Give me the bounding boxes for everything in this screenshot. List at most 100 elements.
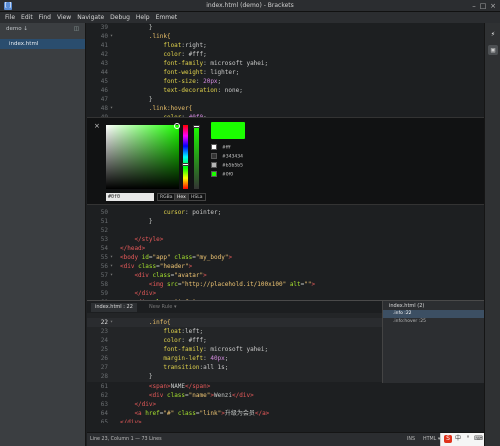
code-line[interactable]: 64 <a href="#" class="link">升级为会员</a> [87,409,484,418]
extension-manager-icon[interactable]: ▣ [488,45,498,55]
fold-toggle-icon[interactable]: ▾ [110,32,116,41]
color-swatch[interactable]: #b5b5b5 [211,162,243,170]
code-line[interactable]: 56 ▾ <div class="header"> [87,262,484,271]
code-text: </div> [120,401,157,408]
code-text: <div class="avatar"> [120,272,207,279]
menu-edit[interactable]: Edit [21,14,33,21]
related-rules-panel: index.html (2) .info :22 .info:hover :25 [382,301,484,383]
color-swatch[interactable]: #343434 [211,153,243,161]
code-text: <body id="app" class="my_body"> [120,254,233,261]
rule-item[interactable]: .info:hover :25 [383,318,484,326]
color-selector-knob[interactable] [174,123,180,129]
code-line[interactable]: 24 color: #fff; [87,336,382,345]
format-hsla-button[interactable]: HSLa [188,193,206,201]
code-line[interactable]: 59 </div> [87,289,484,298]
code-text: </head> [120,245,146,252]
code-line[interactable]: 27 transition:all 1s; [87,363,382,372]
code-line[interactable]: 55 ▾ <body id="app" class="my_body"> [87,253,484,262]
format-hex-button[interactable]: Hex [174,193,189,201]
rule-item[interactable]: .info :22 [383,310,484,318]
line-number: 42 [100,51,108,58]
color-value-input[interactable]: #0f0 [106,193,154,201]
code-line[interactable]: 41 float:right; [87,41,484,50]
code-text: <div class="header"> [120,263,193,270]
hue-slider-handle[interactable] [182,163,189,166]
menu-emmet[interactable]: Emmet [156,14,178,21]
color-swatch[interactable]: #fff [211,144,230,152]
fold-toggle-icon[interactable]: ▾ [110,318,116,327]
fold-toggle-icon[interactable]: ▾ [110,253,116,262]
keyboard-icon[interactable]: ⌨ [474,435,483,443]
fold-toggle-icon[interactable]: ▾ [110,104,116,113]
line-number: 51 [100,218,108,225]
menu-file[interactable]: File [5,14,15,21]
opacity-slider-handle[interactable] [193,125,200,128]
line-number: 54 [100,245,108,252]
fold-toggle-icon[interactable]: ▾ [110,262,116,271]
code-line[interactable]: 42 color: #fff; [87,50,484,59]
code-line[interactable]: 54 </head> [87,244,484,253]
code-line[interactable]: 48 ▾ .link:hover{ [87,104,484,113]
code-text: font-family: microsoft yahei; [120,346,269,353]
project-dropdown[interactable]: demo ↓ ◫ [0,23,85,37]
code-line[interactable]: 43 font-family: microsoft yahei; [87,59,484,68]
code-line[interactable]: 50 cursor: pointer; [87,208,484,217]
working-file-item[interactable]: index.html [0,39,85,49]
insert-mode[interactable]: INS [407,437,415,442]
code-line[interactable]: 53 </style> [87,235,484,244]
code-line[interactable]: 46 text-decoration: none; [87,86,484,95]
opacity-slider[interactable] [193,125,200,189]
code-line[interactable]: 61 <span>NAME</span> [87,382,484,391]
close-picker-icon[interactable]: × [94,122,100,130]
code-line[interactable]: 25 font-family: microsoft yahei; [87,345,382,354]
code-line[interactable]: 23 float:left; [87,327,382,336]
menu-navigate[interactable]: Navigate [77,14,104,21]
code-text: <a href="#" class="link">升级为会员</a> [120,410,270,417]
split-view-icon[interactable]: ◫ [74,26,79,32]
code-line[interactable]: 39 } [87,23,484,32]
sogou-ime-icon[interactable]: S [444,435,452,443]
code-line[interactable]: 52 [87,226,484,235]
menu-find[interactable]: Find [39,14,51,21]
code-text: text-decoration: none; [120,87,243,94]
code-line[interactable]: 28 } [87,372,382,381]
menu-view[interactable]: View [57,14,71,21]
code-text: cursor: pointer; [120,209,222,216]
code-line[interactable]: 63 </div> [87,400,484,409]
close-icon[interactable]: × [489,2,497,10]
code-text: float:right; [120,42,207,49]
current-color-preview [211,122,245,139]
code-line[interactable]: 65 </div> [87,418,484,423]
code-line[interactable]: 26 margin-left: 40px; [87,354,382,363]
punctuation-icon[interactable]: ° [464,435,472,443]
maximize-icon[interactable]: □ [479,2,487,10]
fold-toggle-icon[interactable]: ▾ [110,271,116,280]
code-line[interactable]: 47 } [87,95,484,104]
code-line[interactable]: 58 <img src="http://placehold.it/100x100… [87,280,484,289]
line-number: 48 [100,105,108,112]
inline-code-body[interactable]: 22 ▾ .info{23 float:left; 24 color: #fff; 2… [87,313,382,383]
ime-mode-icon[interactable]: 中 [454,435,462,443]
inline-file-tab[interactable]: index.html : 22 [91,303,137,312]
language-selector[interactable]: HTML ▾ [423,437,440,442]
code-line[interactable]: 44 font-weight: lighter; [87,68,484,77]
color-swatch[interactable]: #0f0 [211,171,233,179]
code-line[interactable]: 62 <div class="name">Wenzi</div> [87,391,484,400]
code-line[interactable]: 45 font-size: 20px; [87,77,484,86]
live-preview-icon[interactable]: ⚡ [488,29,498,39]
format-rgba-button[interactable]: RGBa [157,193,176,201]
rules-file-header: index.html (2) [389,303,425,309]
code-line[interactable]: 57 ▾ <div class="avatar"> [87,271,484,280]
inline-editor-header: index.html : 22 New Rule ▾ [87,301,382,313]
new-rule-button[interactable]: New Rule ▾ [145,303,180,312]
saturation-value-area[interactable] [106,123,180,189]
code-line[interactable]: 51 } [87,217,484,226]
code-text: color: #fff; [120,337,207,344]
code-text: transition:all 1s; [120,364,229,371]
menu-debug[interactable]: Debug [110,14,130,21]
minimize-icon[interactable]: – [470,2,478,10]
hue-slider[interactable] [182,125,189,189]
code-line[interactable]: 22 ▾ .info{ [87,318,382,327]
menu-help[interactable]: Help [136,14,150,21]
code-line[interactable]: 40 ▾ .link{ [87,32,484,41]
